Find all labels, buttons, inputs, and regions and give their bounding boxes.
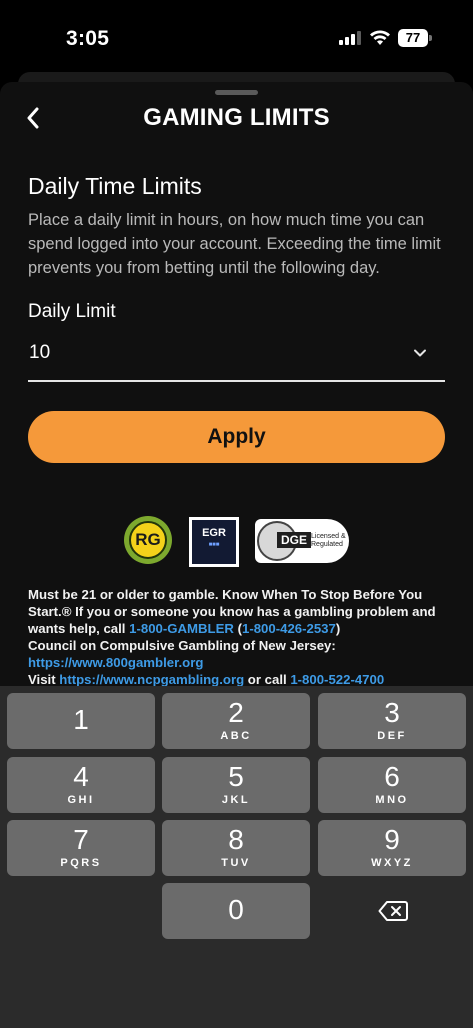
disclaimer-text: Visit [28,672,60,687]
key-digit: 0 [228,894,244,925]
daily-limit-value[interactable]: 10 [29,342,50,364]
disclaimer-text: ) [335,621,341,636]
council-url-link[interactable]: https://www.800gambler.org [28,655,203,670]
key-digit: 3 [384,697,400,728]
status-time: 3:05 [66,27,110,50]
rg-logo-text: RG [129,521,167,559]
daily-limit-label: Daily Limit [28,301,116,322]
key-digit: 1 [73,704,89,735]
section-description: Place a daily limit in hours, on how muc… [28,211,441,277]
wifi-icon [370,30,390,45]
disclaimer-text: ( [233,621,242,636]
gambler-number-link[interactable]: 1-800-426-2537 [242,621,336,636]
key-7[interactable]: 7 PQRS [7,820,155,876]
battery-level: 77 [398,29,428,47]
key-letters: TUV [221,857,251,869]
responsible-gaming-logo: RG [124,516,172,564]
daily-limit-select[interactable]: 10 [28,336,445,382]
key-digit: 9 [384,824,400,855]
chevron-down-icon[interactable] [413,346,427,360]
dge-logo: DGE Licensed & Regulated [255,519,349,563]
dge-logo-subtext: Licensed & Regulated [311,533,346,548]
disclaimer-text: Council on Compulsive Gambling of New Je… [28,638,336,653]
battery-icon: 77 [398,29,432,47]
key-letters: JKL [221,794,251,806]
disclaimer-text: or call [244,672,291,687]
key-6[interactable]: 6 MNO [318,757,466,813]
key-9[interactable]: 9 WXYZ [318,820,466,876]
key-8[interactable]: 8 TUV [162,820,310,876]
key-4[interactable]: 4 GHI [7,757,155,813]
section-title: Daily Time Limits [28,173,202,199]
dge-logo-text: DGE [277,532,312,548]
key-digit: 7 [73,824,89,855]
key-digit: 5 [228,761,244,792]
status-bar: 3:05 77 [0,0,473,72]
ncpg-phone-link[interactable]: 1-800-522-4700 [290,672,384,687]
page-title: GAMING LIMITS [143,104,330,131]
key-letters: ABC [220,730,252,742]
disclaimer: Must be 21 or older to gamble. Know When… [28,586,448,688]
sheet-grabber[interactable] [215,90,258,95]
egr-logo-text: EGR [202,527,226,539]
key-letters: WXYZ [371,857,413,869]
signal-icon [339,31,361,45]
key-3[interactable]: 3 DEF [318,693,466,749]
egr-logo: EGR ■■■ [189,517,239,567]
key-digit: 4 [73,761,89,792]
key-letters: GHI [67,794,95,806]
gambler-phone-link[interactable]: 1-800-GAMBLER [129,621,234,636]
key-0[interactable]: 0 [162,883,310,939]
apply-button[interactable]: Apply [28,411,445,463]
key-letters: DEF [377,730,407,742]
key-5[interactable]: 5 JKL [162,757,310,813]
key-2[interactable]: 2 ABC [162,693,310,749]
delete-backspace-icon[interactable] [378,900,408,922]
key-digit: 6 [384,761,400,792]
key-letters: MNO [375,794,409,806]
delete-key[interactable] [318,883,466,939]
ncpg-url-link[interactable]: https://www.ncpgambling.org [59,672,244,687]
key-digit: 8 [228,824,244,855]
key-1[interactable]: 1 [7,693,155,749]
key-letters: PQRS [60,857,102,869]
key-digit: 2 [228,697,244,728]
